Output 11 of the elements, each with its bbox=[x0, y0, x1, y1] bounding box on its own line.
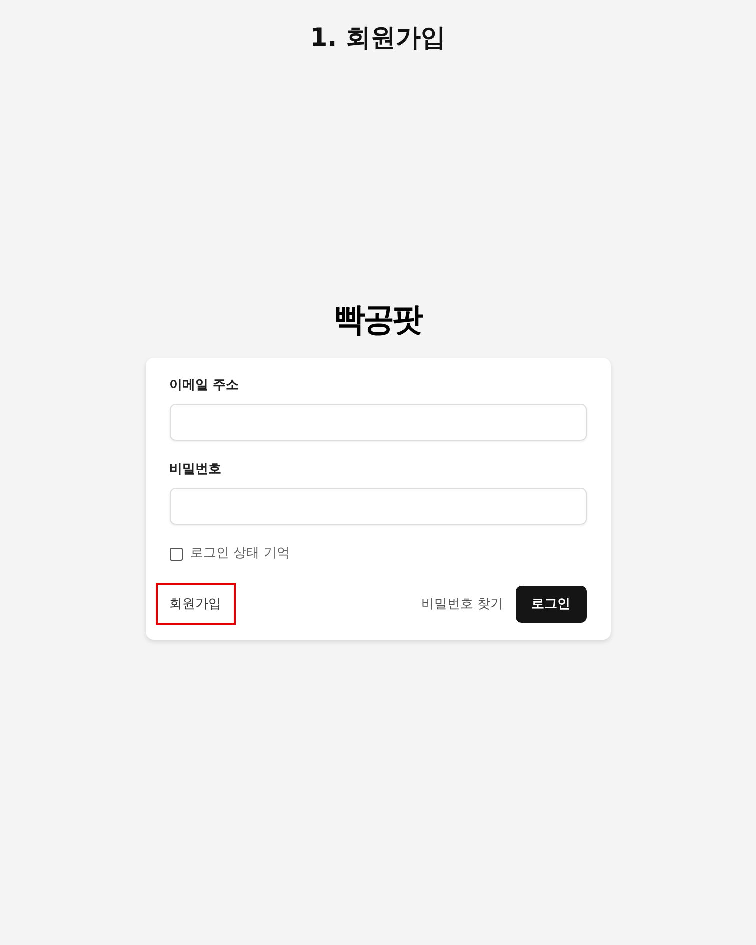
remember-checkbox[interactable] bbox=[170, 548, 182, 560]
remember-label: 로그인 상태 기억 bbox=[190, 545, 290, 563]
input-field[interactable] bbox=[170, 488, 586, 525]
login-button[interactable]: 로그인 bbox=[516, 586, 586, 622]
input-field[interactable] bbox=[170, 404, 586, 441]
signup-link[interactable]: 회원가입 bbox=[156, 583, 236, 625]
field-label: 비밀번호 bbox=[170, 461, 222, 479]
forgot-password-link[interactable]: 비밀번호 찾기 bbox=[421, 595, 504, 613]
field-label: 이메일 주소 bbox=[170, 377, 240, 395]
logo: 빡공팟 bbox=[334, 300, 422, 341]
page-title: 1. 회원가입 bbox=[310, 22, 446, 54]
